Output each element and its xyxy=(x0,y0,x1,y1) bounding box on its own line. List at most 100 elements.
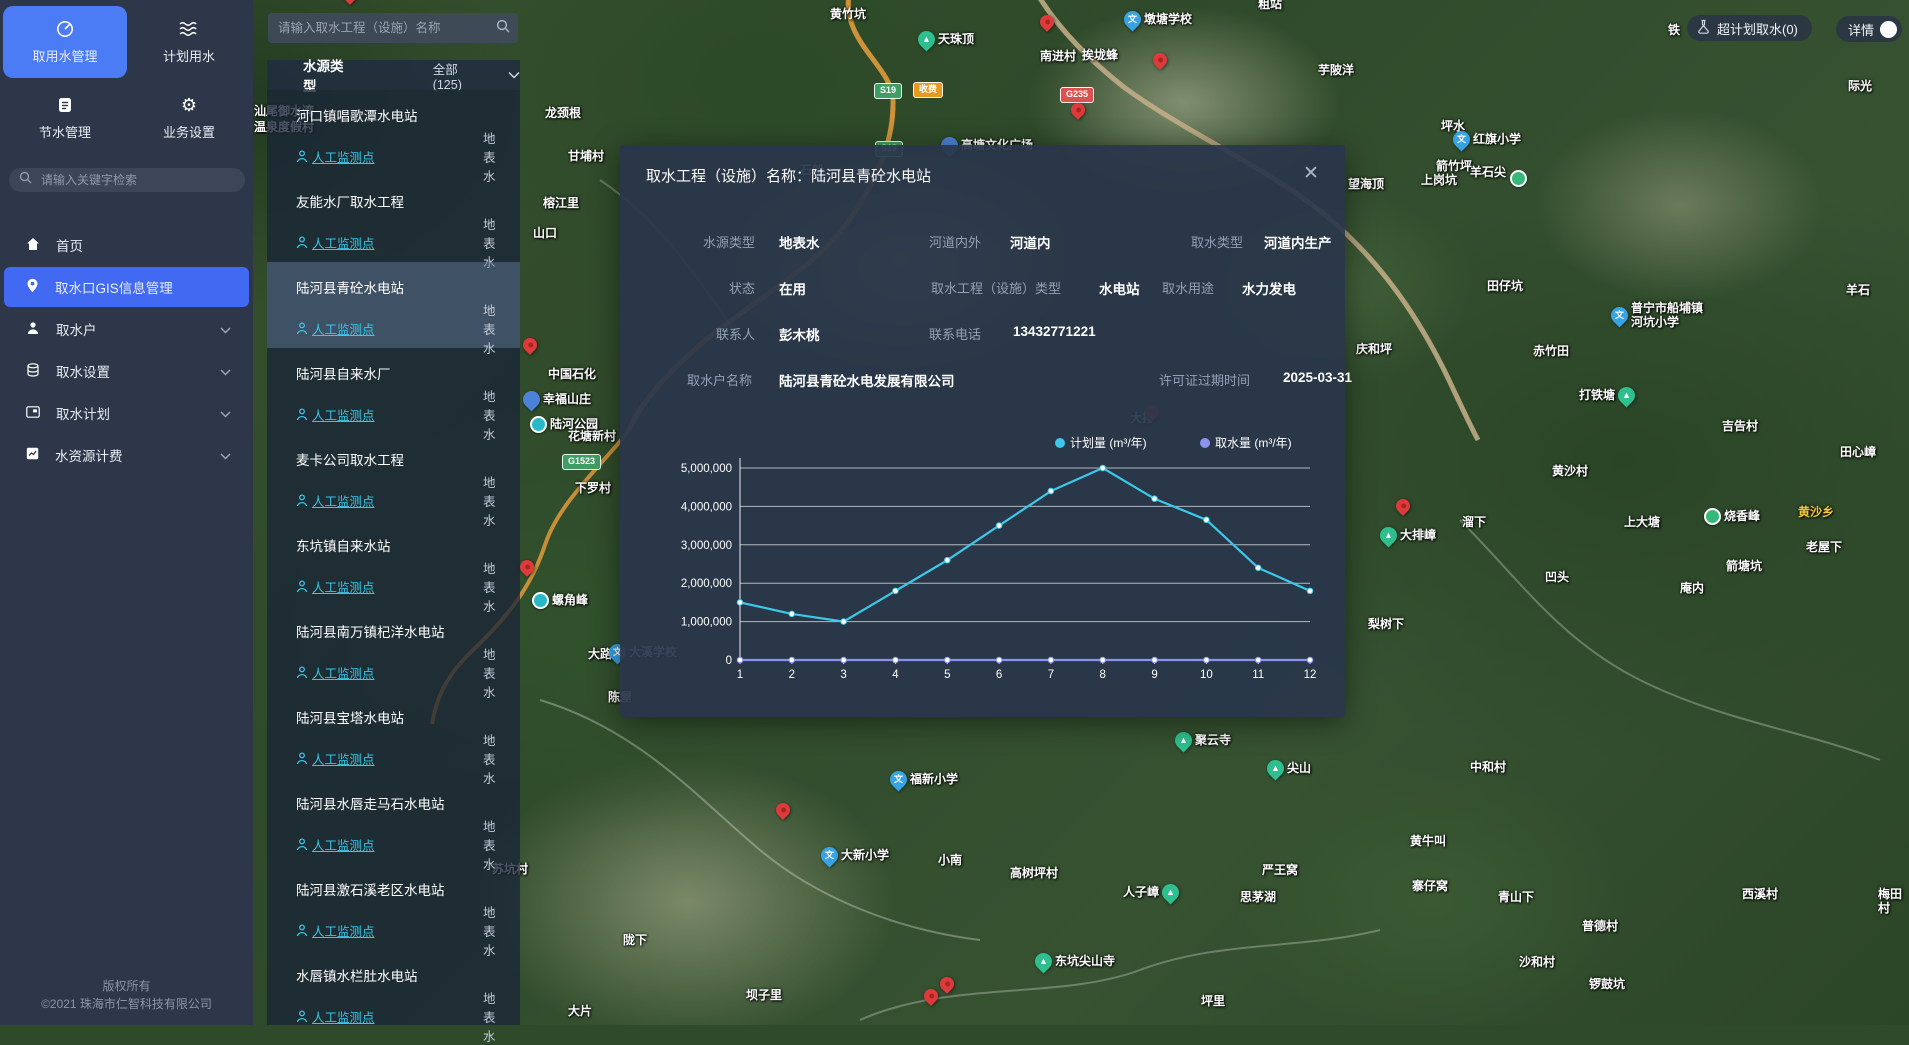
sidebar-item-intake-settings[interactable]: 取水设置 xyxy=(4,351,249,391)
school-marker[interactable]: 文大新小学 xyxy=(821,847,889,864)
search-icon[interactable] xyxy=(496,19,510,38)
over-plan-intake-button[interactable]: 超计划取水(0) xyxy=(1687,15,1812,41)
red-pin-marker[interactable] xyxy=(520,560,534,574)
menu-label: 取水户 xyxy=(56,319,204,339)
red-pin-marker[interactable] xyxy=(776,803,790,817)
map-label: 榕江里 xyxy=(543,197,579,211)
station-list-item[interactable]: 陆河县自来水厂人工监测点地表水 xyxy=(267,348,520,434)
map-label: 坪里 xyxy=(1201,995,1225,1009)
red-pin-marker[interactable] xyxy=(1040,15,1054,29)
map-label: 溜下 xyxy=(1462,516,1486,530)
sidebar-item-water-billing[interactable]: 水资源计费 xyxy=(4,435,249,475)
manual-monitor-link[interactable]: 人工监测点 xyxy=(296,491,375,510)
mountain-marker[interactable]: ▲东坑尖山寺 xyxy=(1035,953,1115,970)
tile-water-saving-mgmt[interactable]: 节水管理 xyxy=(3,82,127,154)
place-marker[interactable]: 幸福山庄 xyxy=(523,391,591,408)
svg-text:3,000,000: 3,000,000 xyxy=(681,540,732,552)
menu-label: 取水设置 xyxy=(56,361,204,381)
manual-monitor-link[interactable]: 人工监测点 xyxy=(296,921,375,940)
mountain-marker[interactable]: 打铁塘▲ xyxy=(1579,387,1635,404)
school-marker[interactable]: 文墩塘学校 xyxy=(1124,11,1192,28)
manual-monitor-link[interactable]: 人工监测点 xyxy=(296,233,375,252)
svg-text:0: 0 xyxy=(726,655,732,667)
map-label-text: 红旗小学 xyxy=(1473,133,1521,147)
mountain-marker[interactable]: 人子嶂▲ xyxy=(1123,884,1179,901)
field-value: 水力发电 xyxy=(1242,278,1296,298)
intake-plan-chart: 01,000,0002,000,0003,000,0004,000,0005,0… xyxy=(660,425,1340,695)
sidebar-item-water-users[interactable]: 取水户 xyxy=(4,309,249,349)
map-label-text: 普德村 xyxy=(1582,920,1618,934)
mountain-marker[interactable]: ▲聚云寺 xyxy=(1175,732,1231,749)
map-label: 西溪村 xyxy=(1742,888,1778,902)
station-meta: 人工监测点地表水 xyxy=(296,233,502,252)
station-list-item[interactable]: 东坑镇自来水站人工监测点地表水 xyxy=(267,520,520,606)
station-search-input[interactable] xyxy=(276,20,496,36)
station-list-item[interactable]: 陆河县宝塔水电站人工监测点地表水 xyxy=(267,692,520,778)
copyright-line1: 版权所有 xyxy=(0,977,253,995)
manual-monitor-link[interactable]: 人工监测点 xyxy=(296,1007,375,1026)
poi-marker[interactable]: 螺角峰 xyxy=(532,592,588,609)
station-name: 河口镇唱歌潭水电站 xyxy=(296,105,520,125)
sidebar-search[interactable] xyxy=(9,168,245,192)
station-meta: 人工监测点地表水 xyxy=(296,147,502,166)
manual-monitor-link[interactable]: 人工监测点 xyxy=(296,835,375,854)
poi-marker[interactable]: 陆河公园 xyxy=(530,416,598,433)
sidebar-item-home[interactable]: 首页 xyxy=(4,225,249,265)
manual-monitor-link[interactable]: 人工监测点 xyxy=(296,577,375,596)
manual-monitor-link[interactable]: 人工监测点 xyxy=(296,749,375,768)
school-marker[interactable]: 文普宁市船埔镇 河坑小学 xyxy=(1611,302,1703,330)
station-list[interactable]: 河口镇唱歌潭水电站人工监测点地表水友能水厂取水工程人工监测点地表水陆河县青砼水电… xyxy=(267,90,520,1025)
manual-monitor-link[interactable]: 人工监测点 xyxy=(296,405,375,424)
station-search[interactable] xyxy=(268,13,518,43)
map-label: 庆和坪 xyxy=(1356,343,1392,357)
map-label-text: 甘埔村 xyxy=(568,150,604,164)
field-value: 13432771221 xyxy=(1013,324,1096,339)
mountain-marker[interactable]: ▲尖山 xyxy=(1267,760,1311,777)
red-pin-marker[interactable] xyxy=(924,989,938,1003)
map-label-text: 陇下 xyxy=(623,934,647,948)
close-icon[interactable]: ✕ xyxy=(1299,161,1323,185)
svg-text:取水量 (m³/年): 取水量 (m³/年) xyxy=(1215,436,1292,450)
tile-business-settings[interactable]: ⚙ 业务设置 xyxy=(127,82,251,154)
station-list-item[interactable]: 水唇镇水栏肚水电站人工监测点地表水 xyxy=(267,950,520,1036)
mountain-marker[interactable]: ▲大排嶂 xyxy=(1380,527,1436,544)
red-pin-marker[interactable] xyxy=(523,338,537,352)
poi-marker xyxy=(1510,170,1527,187)
station-list-item[interactable]: 陆河县激石溪老区水电站人工监测点地表水 xyxy=(267,864,520,950)
map-label-text: 坪里 xyxy=(1201,995,1225,1009)
map-label-text: 坝子里 xyxy=(746,989,782,1003)
sidebar-item-intake-plan[interactable]: 取水计划 xyxy=(4,393,249,433)
sidebar-search-input[interactable] xyxy=(39,172,235,188)
mountain-marker[interactable]: ▲天珠顶 xyxy=(918,31,974,48)
tile-water-intake-mgmt[interactable]: 取用水管理 xyxy=(3,6,127,78)
manual-monitor-link[interactable]: 人工监测点 xyxy=(296,663,375,682)
manual-monitor-link[interactable]: 人工监测点 xyxy=(296,319,375,338)
field-label: 水源类型 xyxy=(703,232,755,251)
sidebar-item-gis-info[interactable]: 取水口GIS信息管理 xyxy=(4,267,249,307)
detail-toggle[interactable]: 详情 xyxy=(1836,16,1902,42)
red-pin-marker[interactable] xyxy=(1396,499,1410,513)
station-list-item[interactable]: 麦卡公司取水工程人工监测点地表水 xyxy=(267,434,520,520)
station-list-item[interactable]: 河口镇唱歌潭水电站人工监测点地表水 xyxy=(267,90,520,176)
tile-planned-water[interactable]: 计划用水 xyxy=(127,6,251,78)
filter-value[interactable]: 全部 (125) xyxy=(433,59,490,92)
station-panel: 水源类型 全部 (125) 河口镇唱歌潭水电站人工监测点地表水友能水厂取水工程人… xyxy=(267,0,520,1025)
svg-text:1,000,000: 1,000,000 xyxy=(681,617,732,629)
station-filter-header: 水源类型 全部 (125) xyxy=(267,60,520,90)
toggle-knob[interactable] xyxy=(1880,21,1897,38)
station-meta: 人工监测点地表水 xyxy=(296,663,502,682)
chevron-down-icon[interactable] xyxy=(508,71,520,79)
red-pin-marker[interactable] xyxy=(1153,53,1167,67)
school-marker[interactable]: 文福新小学 xyxy=(890,771,958,788)
red-pin-marker[interactable] xyxy=(940,977,954,991)
map-label-text: 黄牛叫 xyxy=(1410,835,1446,849)
map-label-text: 陆河公园 xyxy=(550,418,598,432)
station-list-item[interactable]: 友能水厂取水工程人工监测点地表水 xyxy=(267,176,520,262)
school-marker[interactable]: 文红旗小学 xyxy=(1453,131,1521,148)
station-list-item[interactable]: 陆河县水唇走马石水电站人工监测点地表水 xyxy=(267,778,520,864)
station-list-item[interactable]: 陆河县南万镇杞洋水电站人工监测点地表水 xyxy=(267,606,520,692)
map-label: 上大塘 xyxy=(1624,516,1660,530)
red-pin-marker[interactable] xyxy=(1071,103,1085,117)
manual-monitor-link[interactable]: 人工监测点 xyxy=(296,147,375,166)
station-list-item[interactable]: 陆河县青砼水电站人工监测点地表水 xyxy=(267,262,520,348)
